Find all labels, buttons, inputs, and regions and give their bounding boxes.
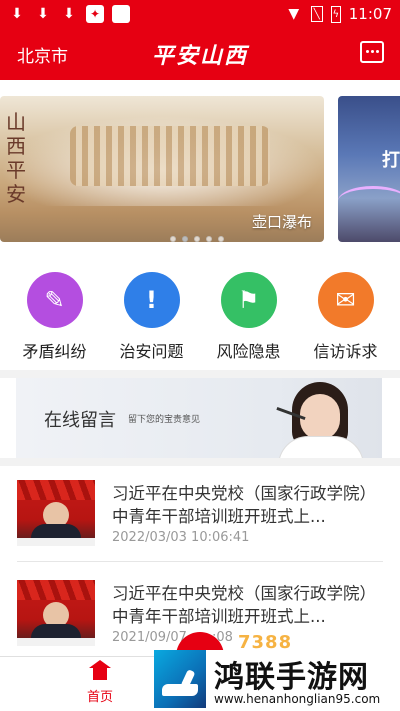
news-item[interactable]: 习近平在中央党校（国家行政学院）中青年干部培训班开班式上... 2022/03/… bbox=[0, 480, 400, 560]
section-divider bbox=[0, 458, 400, 466]
home-icon bbox=[89, 660, 111, 680]
download-icon: ⬇ bbox=[11, 6, 23, 22]
quick-action-label: 治安问题 bbox=[119, 342, 184, 361]
quick-action-label: 风险隐患 bbox=[216, 342, 281, 361]
news-separator bbox=[17, 561, 383, 562]
banner-seal: 山西平安 bbox=[6, 110, 26, 206]
quick-action-label: 信访诉求 bbox=[313, 342, 378, 361]
banner-next-text: 打 bbox=[382, 150, 400, 171]
petition-icon: ✉ bbox=[317, 272, 374, 328]
message-icon[interactable] bbox=[360, 41, 384, 63]
quick-action-security[interactable]: ! 治安问题 bbox=[103, 272, 200, 362]
banner-caption: 壶口瀑布 bbox=[251, 213, 312, 231]
ad-subtitle: 留下您的宝贵意见 bbox=[128, 415, 201, 425]
site-watermark: 鸿联手游网 www.henanhonglian95.com bbox=[154, 650, 400, 711]
app-notification-icon: ✦ bbox=[86, 5, 104, 23]
news-time: 2022/03/03 10:06:41 bbox=[112, 530, 250, 545]
download-icon: ⬇ bbox=[63, 6, 75, 22]
risk-icon: ⚑ bbox=[220, 272, 277, 328]
alert-shield-icon: ! bbox=[123, 272, 180, 328]
quick-action-petition[interactable]: ✉ 信访诉求 bbox=[297, 272, 394, 362]
banner-slide-next[interactable]: 打 bbox=[338, 96, 400, 242]
dispute-icon: ✎ bbox=[26, 272, 83, 328]
square-icon bbox=[112, 5, 130, 23]
watermark-url: www.henanhonglian95.com bbox=[214, 692, 381, 706]
app-title: 平安山西 bbox=[151, 43, 248, 69]
horse-logo-icon bbox=[154, 650, 206, 708]
bridge-image bbox=[338, 186, 400, 216]
status-bar: ⬇ ⬇ ⬇ ✦ ▼ ╲ ϟ 11:07 bbox=[0, 0, 400, 28]
ad-title: 在线留言 bbox=[44, 410, 116, 431]
news-thumbnail bbox=[17, 580, 95, 646]
download-icon: ⬇ bbox=[37, 6, 49, 22]
news-title: 习近平在中央党校（国家行政学院）中青年干部培训班开班式上... bbox=[112, 584, 376, 626]
carousel-dot[interactable] bbox=[194, 236, 200, 242]
carousel-dot[interactable] bbox=[170, 236, 176, 242]
quick-action-risk[interactable]: ⚑ 风险隐患 bbox=[200, 272, 297, 362]
app-header: 北京市 平安山西 bbox=[0, 28, 400, 80]
online-message-banner[interactable]: 在线留言 留下您的宝贵意见 bbox=[16, 378, 382, 458]
no-sim-icon: ╲ bbox=[310, 6, 323, 22]
quick-action-label: 矛盾纠纷 bbox=[22, 342, 87, 361]
battery-charging-icon: ϟ bbox=[330, 5, 341, 23]
tab-home-label: 首页 bbox=[86, 690, 113, 705]
carousel-dot-active[interactable] bbox=[182, 236, 188, 242]
quick-action-dispute[interactable]: ✎ 矛盾纠纷 bbox=[6, 272, 103, 362]
status-time: 11:07 bbox=[348, 5, 392, 23]
watermark-text: 鸿联手游网 bbox=[214, 660, 369, 695]
carousel-dot[interactable] bbox=[206, 236, 212, 242]
banner-carousel[interactable]: 山西平安 壶口瀑布 打 bbox=[0, 96, 400, 242]
news-title: 习近平在中央党校（国家行政学院）中青年干部培训班开班式上... bbox=[112, 484, 376, 526]
section-divider bbox=[0, 370, 400, 378]
waterfall-image bbox=[70, 126, 270, 186]
wifi-icon: ▼ bbox=[288, 6, 300, 22]
carousel-dots bbox=[170, 236, 224, 242]
banner-slide[interactable]: 山西平安 壶口瀑布 bbox=[0, 96, 324, 242]
tab-home[interactable]: 首页 bbox=[70, 660, 130, 705]
customer-service-image bbox=[256, 378, 376, 458]
carousel-dot[interactable] bbox=[218, 236, 224, 242]
news-thumbnail bbox=[17, 480, 95, 546]
quick-actions: ✎ 矛盾纠纷 ! 治安问题 ⚑ 风险隐患 ✉ 信访诉求 bbox=[0, 272, 400, 362]
